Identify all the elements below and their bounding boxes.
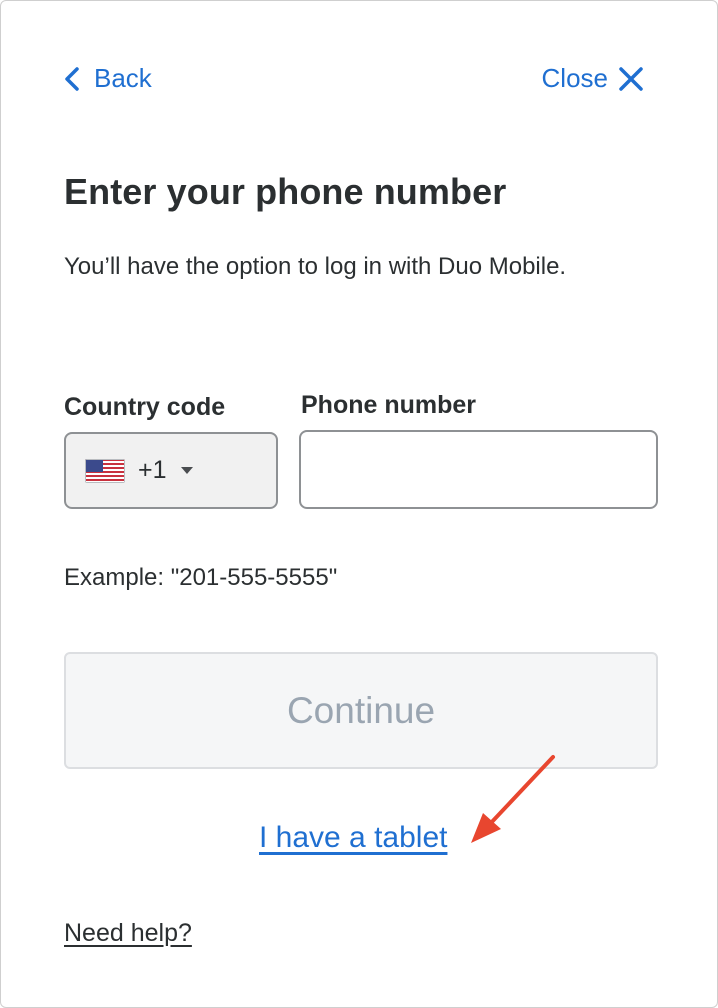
phone-example-hint: Example: "201-555-5555" bbox=[64, 564, 338, 591]
caret-down-icon bbox=[180, 467, 193, 474]
close-label: Close bbox=[541, 63, 608, 93]
need-help-link[interactable]: Need help? bbox=[64, 919, 192, 948]
phone-number-label: Phone number bbox=[301, 391, 477, 419]
i-have-a-tablet-link[interactable]: I have a tablet bbox=[259, 821, 447, 855]
country-code-value: +1 bbox=[138, 456, 167, 484]
annotation-arrow-icon bbox=[471, 755, 555, 843]
us-flag-icon bbox=[85, 458, 125, 483]
page-title: Enter your phone number bbox=[64, 171, 507, 212]
chevron-left-icon bbox=[65, 66, 79, 91]
back-label: Back bbox=[94, 63, 152, 93]
close-button[interactable]: Close bbox=[542, 63, 644, 94]
dialog-panel: Back Close Enter your phone number You’l… bbox=[0, 0, 718, 1008]
continue-button[interactable]: Continue bbox=[64, 652, 658, 769]
phone-number-input[interactable] bbox=[299, 430, 658, 509]
page-subtitle: You’ll have the option to log in with Du… bbox=[64, 253, 567, 280]
back-button[interactable]: Back bbox=[64, 63, 152, 94]
close-icon bbox=[619, 66, 643, 91]
country-code-select[interactable]: +1 bbox=[64, 432, 278, 509]
country-code-label: Country code bbox=[64, 393, 226, 421]
top-nav: Back Close bbox=[64, 63, 644, 99]
